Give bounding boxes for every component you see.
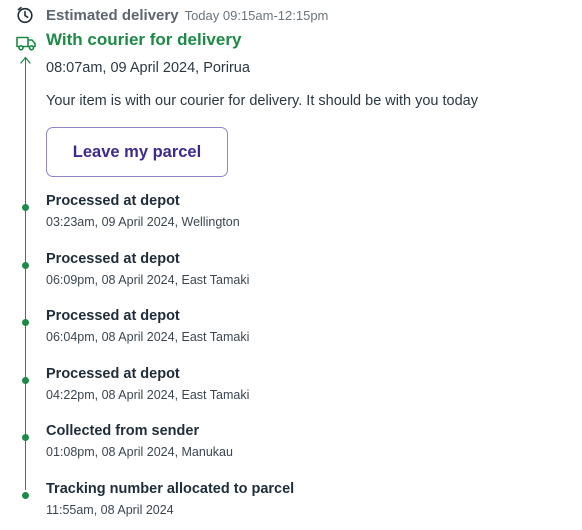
tracking-event: Processed at depot 04:22pm, 08 April 202… xyxy=(0,366,582,415)
event-detail: 01:08pm, 08 April 2024, Manukau xyxy=(46,445,233,459)
event-title: Processed at depot xyxy=(46,193,180,209)
timeline-dot xyxy=(22,434,29,441)
event-title: Processed at depot xyxy=(46,366,180,382)
event-detail: 06:09pm, 08 April 2024, East Tamaki xyxy=(46,273,250,287)
tracking-event: Processed at depot 06:09pm, 08 April 202… xyxy=(0,251,582,300)
current-status-message: Your item is with our courier for delive… xyxy=(46,93,478,109)
event-title: Processed at depot xyxy=(46,308,180,324)
event-detail: 04:22pm, 08 April 2024, East Tamaki xyxy=(46,388,250,402)
leave-my-parcel-button[interactable]: Leave my parcel xyxy=(46,127,228,177)
event-detail: 06:04pm, 08 April 2024, East Tamaki xyxy=(46,330,250,344)
tracking-event: Processed at depot 06:04pm, 08 April 202… xyxy=(0,308,582,357)
tracking-event: Collected from sender 01:08pm, 08 April … xyxy=(0,423,582,472)
estimated-delivery-window: Today 09:15am-12:15pm xyxy=(184,7,329,23)
event-title: Collected from sender xyxy=(46,423,200,439)
estimated-delivery-row: Estimated delivery Today 09:15am-12:15pm xyxy=(16,5,328,25)
event-title: Processed at depot xyxy=(46,251,180,267)
event-detail: 11:55am, 08 April 2024 xyxy=(46,503,174,517)
current-status-datetime: 08:07am, 09 April 2024, Porirua xyxy=(46,60,250,76)
delivery-truck-icon xyxy=(16,36,36,51)
arrow-up-icon xyxy=(20,56,31,64)
tracking-event: Processed at depot 03:23am, 09 April 202… xyxy=(0,193,582,242)
tracking-event: Tracking number allocated to parcel 11:5… xyxy=(0,481,582,530)
timeline-dot xyxy=(22,377,29,384)
timeline-dot xyxy=(22,492,29,499)
timeline-dot xyxy=(22,262,29,269)
timeline-dot xyxy=(22,204,29,211)
event-detail: 03:23am, 09 April 2024, Wellington xyxy=(46,215,240,229)
timeline-dot xyxy=(22,319,29,326)
event-title: Tracking number allocated to parcel xyxy=(46,481,295,497)
clock-icon xyxy=(16,6,34,24)
estimated-delivery-label: Estimated delivery xyxy=(46,6,179,24)
current-status-title: With courier for delivery xyxy=(46,30,242,49)
